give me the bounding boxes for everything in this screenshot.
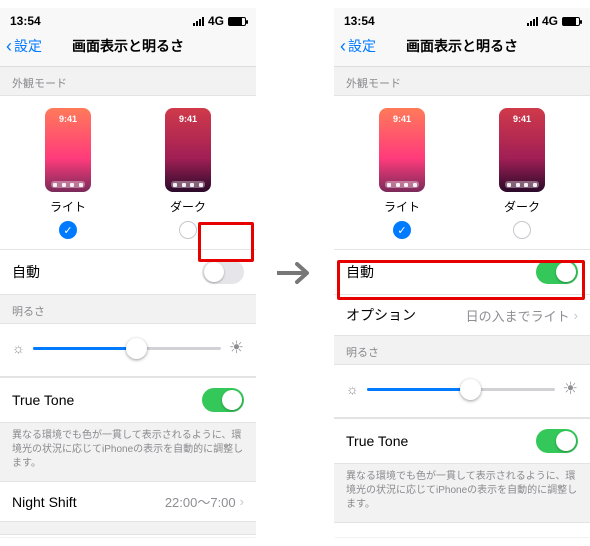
appearance-light[interactable]: 9:41 ライト bbox=[379, 108, 425, 239]
chevron-right-icon: › bbox=[240, 494, 244, 509]
phone-left: 13:54 4G ‹ 設定 画面表示と明るさ 外観モード 9:41 bbox=[0, 8, 256, 538]
dark-preview: 9:41 bbox=[499, 108, 545, 192]
sun-low-icon: ☼ bbox=[12, 340, 25, 356]
appearance-picker: 9:41 ライト 9:41 ダーク bbox=[0, 96, 256, 249]
autolock-row[interactable]: 自動ロック 2分› bbox=[0, 535, 256, 537]
nightshift-value: 22:00〜7:00 bbox=[165, 492, 236, 511]
back-label: 設定 bbox=[348, 36, 376, 56]
auto-label: 自動 bbox=[12, 262, 40, 282]
truetone-footnote: 異なる環境でも色が一貫して表示されるように、環境光の状況に応じてiPhoneの表… bbox=[334, 464, 590, 522]
status-bar: 13:54 4G bbox=[334, 8, 590, 30]
options-row[interactable]: オプション 日の入までライト › bbox=[334, 294, 590, 335]
sun-low-icon: ☼ bbox=[346, 381, 359, 397]
light-preview: 9:41 bbox=[379, 108, 425, 192]
options-label: オプション bbox=[346, 305, 416, 325]
brightness-slider[interactable] bbox=[33, 347, 221, 350]
page-title: 画面表示と明るさ bbox=[72, 36, 184, 56]
brightness-row: ☼ ☀ bbox=[334, 364, 590, 418]
truetone-toggle[interactable] bbox=[202, 388, 244, 412]
auto-toggle[interactable] bbox=[536, 260, 578, 284]
sun-high-icon: ☀ bbox=[563, 379, 578, 399]
brightness-row: ☼ ☀ bbox=[0, 323, 256, 377]
battery-icon bbox=[228, 17, 246, 26]
truetone-row: True Tone bbox=[334, 419, 590, 463]
appearance-dark[interactable]: 9:41 ダーク bbox=[499, 108, 545, 239]
dark-preview: 9:41 bbox=[165, 108, 211, 192]
dark-label: ダーク bbox=[504, 198, 540, 215]
navbar: ‹ 設定 画面表示と明るさ bbox=[334, 30, 590, 67]
nightshift-row[interactable]: Night Shift 22:00〜7:00 › bbox=[0, 482, 256, 521]
status-time: 13:54 bbox=[10, 14, 41, 28]
auto-toggle[interactable] bbox=[202, 260, 244, 284]
nightshift-label: Night Shift bbox=[346, 535, 411, 538]
network-label: 4G bbox=[542, 14, 558, 28]
page-title: 画面表示と明るさ bbox=[406, 36, 518, 56]
appearance-section-label: 外観モード bbox=[334, 67, 590, 95]
nightshift-label: Night Shift bbox=[12, 494, 77, 510]
status-bar: 13:54 4G bbox=[0, 8, 256, 30]
dark-check-icon[interactable] bbox=[513, 221, 531, 239]
back-button[interactable]: ‹ 設定 bbox=[340, 36, 376, 56]
appearance-dark[interactable]: 9:41 ダーク bbox=[165, 108, 211, 239]
auto-row: 自動 bbox=[334, 249, 590, 294]
truetone-footnote: 異なる環境でも色が一貫して表示されるように、環境光の状況に応じてiPhoneの表… bbox=[0, 423, 256, 481]
truetone-label: True Tone bbox=[12, 392, 74, 408]
light-check-icon[interactable] bbox=[393, 221, 411, 239]
light-check-icon[interactable] bbox=[59, 221, 77, 239]
back-label: 設定 bbox=[14, 36, 42, 56]
light-label: ライト bbox=[384, 198, 420, 215]
arrow-right-icon bbox=[275, 261, 315, 285]
battery-icon bbox=[562, 17, 580, 26]
sun-high-icon: ☀ bbox=[229, 338, 244, 358]
appearance-light[interactable]: 9:41 ライト bbox=[45, 108, 91, 239]
appearance-section-label: 外観モード bbox=[0, 67, 256, 95]
light-label: ライト bbox=[50, 198, 86, 215]
truetone-row: True Tone bbox=[0, 378, 256, 422]
auto-row: 自動 bbox=[0, 249, 256, 294]
status-time: 13:54 bbox=[344, 14, 375, 28]
back-button[interactable]: ‹ 設定 bbox=[6, 36, 42, 56]
chevron-left-icon: ‹ bbox=[6, 39, 12, 53]
signal-icon bbox=[527, 17, 538, 26]
nightshift-row[interactable]: Night Shift 22:00〜7:00 › bbox=[334, 523, 590, 537]
network-label: 4G bbox=[208, 14, 224, 28]
chevron-right-icon: › bbox=[574, 535, 578, 537]
nightshift-value: 22:00〜7:00 bbox=[499, 533, 570, 537]
dark-check-icon[interactable] bbox=[179, 221, 197, 239]
truetone-label: True Tone bbox=[346, 433, 408, 449]
appearance-picker: 9:41 ライト 9:41 ダーク bbox=[334, 96, 590, 249]
truetone-toggle[interactable] bbox=[536, 429, 578, 453]
chevron-right-icon: › bbox=[574, 308, 578, 323]
brightness-slider[interactable] bbox=[367, 388, 555, 391]
navbar: ‹ 設定 画面表示と明るさ bbox=[0, 30, 256, 67]
auto-label: 自動 bbox=[346, 262, 374, 282]
dark-label: ダーク bbox=[170, 198, 206, 215]
brightness-section-label: 明るさ bbox=[334, 336, 590, 364]
signal-icon bbox=[193, 17, 204, 26]
options-value: 日の入までライト bbox=[466, 306, 570, 325]
chevron-left-icon: ‹ bbox=[340, 39, 346, 53]
brightness-section-label: 明るさ bbox=[0, 295, 256, 323]
light-preview: 9:41 bbox=[45, 108, 91, 192]
phone-right: 13:54 4G ‹ 設定 画面表示と明るさ 外観モード 9:41 bbox=[334, 8, 590, 538]
